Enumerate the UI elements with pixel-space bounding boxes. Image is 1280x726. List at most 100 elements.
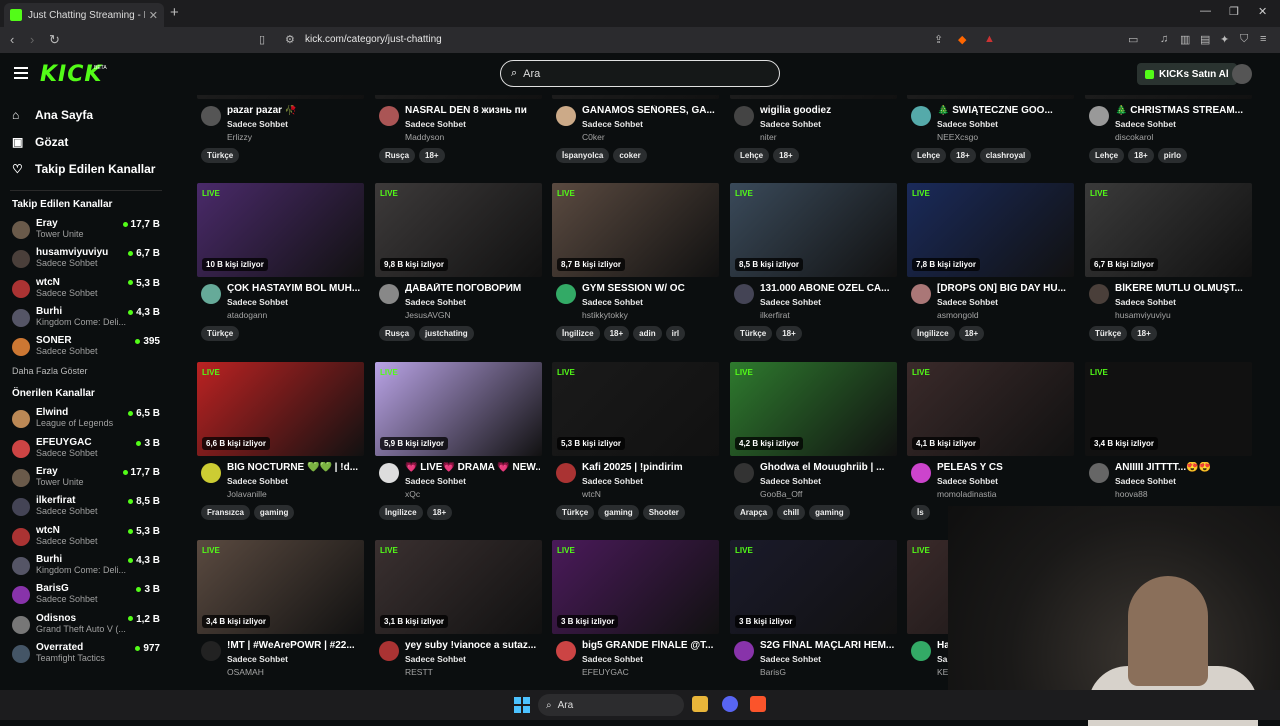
stream-thumbnail[interactable]: LIVE 8,7 B kişi izliyor [552, 183, 719, 277]
stream-tag[interactable]: 18+ [426, 505, 453, 520]
streamer-name[interactable]: BarisG [760, 667, 897, 677]
stream-thumbnail[interactable]: LIVE 10 B kişi izliyor [197, 183, 364, 277]
back-icon[interactable]: ‹ [10, 32, 14, 47]
stream-thumbnail[interactable]: LIVE 5,3 B kişi izliyor [552, 362, 719, 456]
brave-browser-icon[interactable] [750, 696, 766, 712]
stream-thumbnail[interactable]: LIVE 9,8 B kişi izliyor [375, 183, 542, 277]
nav-following[interactable]: ♡ Takip Edilen Kanallar [0, 155, 172, 182]
streamer-name[interactable]: JesusAVGN [405, 310, 542, 320]
streamer-name[interactable]: Erlizzy [227, 132, 364, 142]
stream-tag[interactable]: justchating [419, 326, 474, 341]
stream-thumbnail[interactable]: LIVE 3 B kişi izliyor [730, 540, 897, 634]
stream-title[interactable]: GYM SESSION W/ OC [582, 283, 717, 294]
streamer-avatar[interactable] [556, 284, 576, 304]
streamer-name[interactable]: EFEUYGAC [582, 667, 719, 677]
stream-category[interactable]: Sadece Sohbet [760, 119, 897, 129]
stream-thumbnail[interactable]: LIVE 6,6 B kişi izliyor [197, 362, 364, 456]
stream-tag[interactable]: Lehçe [734, 148, 770, 163]
streamer-name[interactable]: niter [760, 132, 897, 142]
stream-tag[interactable]: 18+ [419, 148, 445, 163]
streamer-avatar[interactable] [556, 641, 576, 661]
streamer-avatar[interactable] [911, 106, 931, 126]
stream-title[interactable]: ÇOK HASTAYIM BOL MUH... [227, 283, 362, 294]
minimize-icon[interactable]: — [1200, 5, 1211, 17]
streamer-avatar[interactable] [734, 284, 754, 304]
sidebar-channel[interactable]: Burhi Kingdom Come: Deli... 4,3 B [0, 304, 172, 333]
stream-title[interactable]: 131.000 ABONE ÖZEL CA... [760, 283, 895, 294]
stream-tag[interactable]: Türkçe [556, 505, 595, 520]
stream-category[interactable]: Sadece Sohbet [1115, 119, 1252, 129]
streamer-avatar[interactable] [1089, 463, 1109, 483]
stream-tag[interactable]: Shooter [642, 505, 685, 520]
vpn-icon[interactable]: ⛉ [1240, 33, 1248, 46]
stream-category[interactable]: Sadece Sohbet [937, 119, 1074, 129]
stream-tag[interactable]: 18+ [1128, 148, 1154, 163]
stream-tag[interactable]: chill [777, 505, 806, 520]
streamer-avatar[interactable] [201, 106, 221, 126]
stream-title[interactable]: 🎄 CHRISTMAS STREAM... [1115, 105, 1250, 116]
stream-category[interactable]: Sadece Sohbet [405, 119, 542, 129]
stream-title[interactable]: GANAMOS SEÑORES, GA... [582, 105, 717, 116]
streamer-name[interactable]: hstikkytokky [582, 310, 719, 320]
streamer-avatar[interactable] [734, 106, 754, 126]
stream-tag[interactable]: Türkçe [201, 148, 240, 163]
streamer-avatar[interactable] [1089, 106, 1109, 126]
stream-title[interactable]: wigilia goodiez [760, 105, 895, 116]
tab-close-icon[interactable]: ✕ [149, 9, 158, 22]
stream-tag[interactable]: İngilizce [556, 326, 600, 341]
search-input[interactable] [523, 67, 666, 80]
streamer-name[interactable]: OSAMAH [227, 667, 364, 677]
stream-title[interactable]: ANIIIII JITTTT...😍😍 [1115, 462, 1250, 473]
streamer-avatar[interactable] [379, 106, 399, 126]
stream-tag[interactable]: Rusça [379, 326, 416, 341]
streamer-avatar[interactable] [1089, 284, 1109, 304]
file-explorer-icon[interactable] [692, 696, 708, 712]
stream-title[interactable]: PELEAS Y CS [937, 462, 1072, 473]
stream-title[interactable]: big5 GRANDE FİNALE @T... [582, 640, 717, 651]
streamer-avatar[interactable] [556, 463, 576, 483]
sidebar-toggle-icon[interactable]: ▭ [1128, 33, 1138, 46]
stream-title[interactable]: [DROPS ON] BIG DAY HU... [937, 283, 1072, 294]
stream-title[interactable]: BIG NOCTURNE 💚💚 | !d... [227, 462, 362, 473]
streamer-name[interactable]: Jolavanille [227, 489, 364, 499]
stream-card[interactable]: LIVEwigilia goodiezSadece SohbetniterLeh… [730, 95, 897, 175]
windows-start-icon[interactable] [514, 697, 530, 713]
streamer-avatar[interactable] [911, 463, 931, 483]
streamer-avatar[interactable] [379, 463, 399, 483]
stream-tag[interactable]: 18+ [958, 326, 985, 341]
stream-title[interactable]: !MT | #WeArePOWR | #22... [227, 640, 362, 651]
stream-title[interactable]: NASRAL DEN 8 жизнь пи [405, 105, 540, 116]
streamer-name[interactable]: GooBa_Off [760, 489, 897, 499]
stream-tag[interactable]: İngilizce [379, 505, 423, 520]
stream-tag[interactable]: 18+ [950, 148, 976, 163]
streamer-name[interactable]: C0ker [582, 132, 719, 142]
sidebar-channel[interactable]: Overrated Teamfight Tactics 977 [0, 640, 172, 669]
nav-home[interactable]: ⌂ Ana Sayfa [0, 101, 172, 128]
sidebar-channel[interactable]: husamviyuviyu Sadece Sohbet 6,7 B [0, 245, 172, 274]
streamer-avatar[interactable] [379, 641, 399, 661]
discord-icon[interactable] [722, 696, 738, 712]
stream-category[interactable]: Sadece Sohbet [227, 476, 364, 486]
stream-card[interactable]: LIVE 8,5 B kişi izliyor 131.000 ABONE ÖZEL… [730, 183, 897, 353]
sidebar-channel[interactable]: Eray Tower Unite 17,7 B [0, 216, 172, 245]
stream-category[interactable]: Sadece Sohbet [760, 297, 897, 307]
taskbar-search[interactable]: ⌕ Ara [538, 694, 684, 716]
stream-tag[interactable]: gaming [253, 505, 295, 520]
share-icon[interactable]: ⇪ [934, 33, 943, 46]
streamer-avatar[interactable] [201, 284, 221, 304]
stream-card[interactable]: LIVEGANAMOS SEÑORES, GA...Sadece SohbetC… [552, 95, 719, 175]
stream-tag[interactable]: adin [633, 326, 662, 341]
browser-tab[interactable]: Just Chatting Streaming - Live St ✕ [4, 3, 164, 27]
streamer-avatar[interactable] [379, 284, 399, 304]
stream-card[interactable]: LIVE 3 B kişi izliyor big5 GRANDE FİNALE @… [552, 540, 719, 690]
stream-thumbnail[interactable]: LIVE 3,1 B kişi izliyor [375, 540, 542, 634]
stream-thumbnail[interactable]: LIVE 8,5 B kişi izliyor [730, 183, 897, 277]
streamer-name[interactable]: wtcN [582, 489, 719, 499]
stream-category[interactable]: Sadece Sohbet [760, 654, 897, 664]
stream-tag[interactable]: Lehçe [911, 148, 947, 163]
streamer-name[interactable]: ilkerfirat [760, 310, 897, 320]
show-more-link[interactable]: Daha Fazla Göster [0, 366, 172, 376]
stream-tag[interactable]: İs [911, 505, 930, 520]
streamer-name[interactable]: husamviyuviyu [1115, 310, 1252, 320]
stream-thumbnail[interactable]: LIVE 4,2 B kişi izliyor [730, 362, 897, 456]
